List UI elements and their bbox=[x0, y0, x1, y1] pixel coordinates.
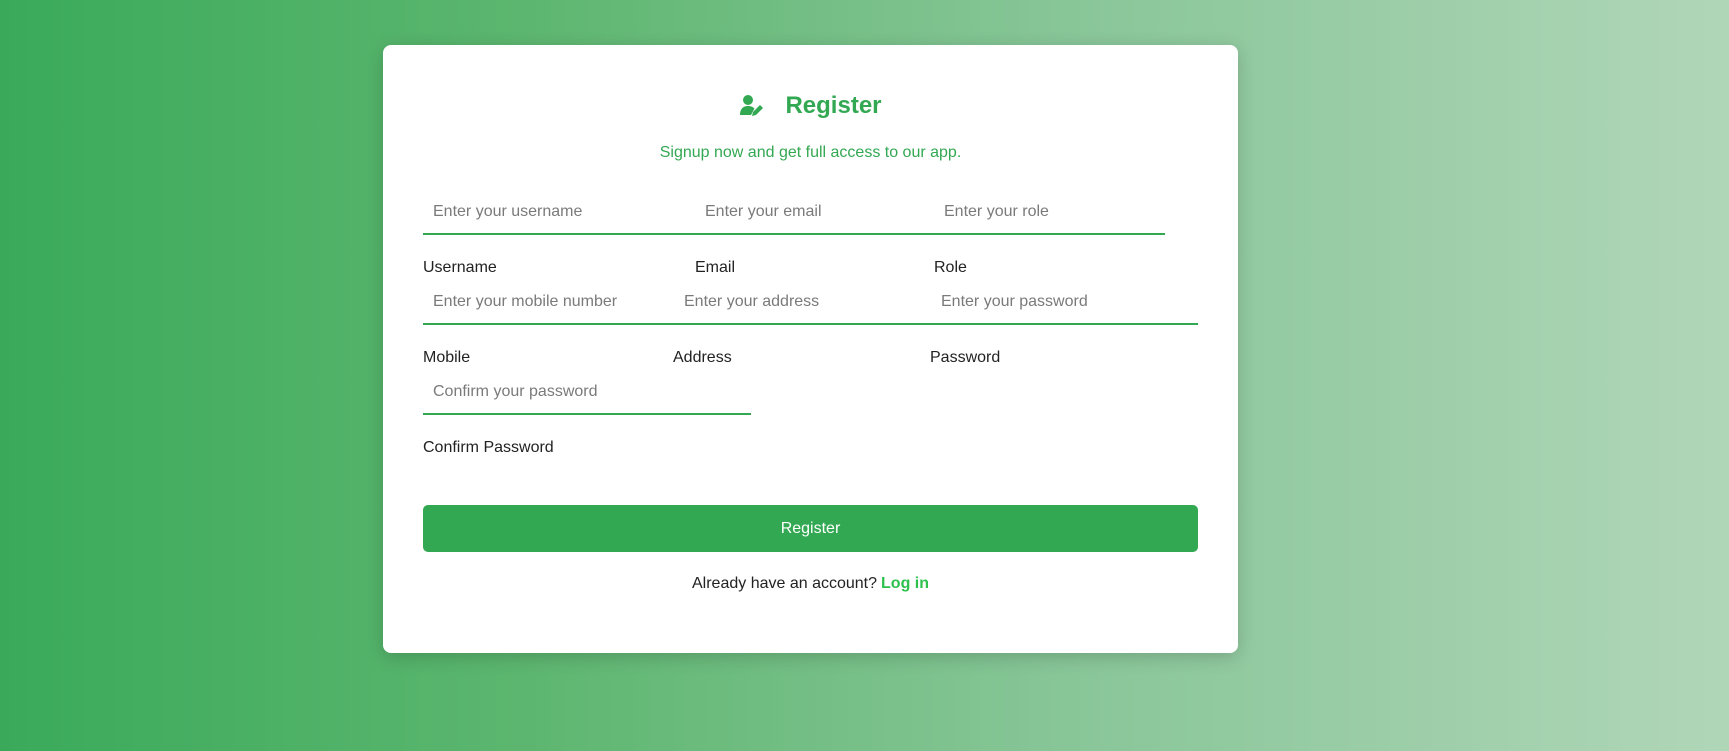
form-row-2-inputs bbox=[423, 280, 1198, 325]
email-input[interactable] bbox=[695, 190, 934, 233]
mobile-label: Mobile bbox=[423, 349, 471, 366]
form-row-1-labels: Username Email Role bbox=[423, 259, 1165, 279]
form-row-2: Mobile Address Password bbox=[423, 280, 1198, 369]
username-label: Username bbox=[423, 259, 497, 276]
username-input[interactable] bbox=[423, 190, 695, 233]
form-row-2-labels: Mobile Address Password bbox=[423, 349, 1198, 369]
register-button[interactable]: Register bbox=[423, 505, 1198, 552]
login-prompt: Already have an account? Log in bbox=[383, 575, 1238, 593]
form-row-3-inputs bbox=[423, 370, 751, 415]
page-subtitle: Signup now and get full access to our ap… bbox=[659, 144, 962, 161]
register-card: Register Signup now and get full access … bbox=[383, 45, 1238, 653]
login-link[interactable]: Log in bbox=[881, 575, 929, 592]
password-input[interactable] bbox=[931, 280, 1196, 323]
role-input[interactable] bbox=[934, 190, 1163, 233]
confirm-password-input[interactable] bbox=[423, 370, 751, 413]
address-label: Address bbox=[673, 349, 732, 366]
user-edit-icon bbox=[739, 93, 765, 119]
address-input[interactable] bbox=[674, 280, 931, 323]
card-header: Register bbox=[383, 92, 1238, 120]
page-title: Register bbox=[785, 92, 882, 119]
form-row-1: Username Email Role bbox=[423, 190, 1165, 279]
confirm-password-label: Confirm Password bbox=[423, 439, 554, 456]
role-label: Role bbox=[934, 259, 967, 276]
mobile-input[interactable] bbox=[423, 280, 674, 323]
form-row-3-labels: Confirm Password bbox=[423, 439, 751, 459]
email-label: Email bbox=[695, 259, 736, 276]
login-prompt-text: Already have an account? bbox=[692, 575, 878, 592]
form-row-3: Confirm Password bbox=[423, 370, 751, 459]
password-label: Password bbox=[930, 349, 1001, 366]
form-row-1-inputs bbox=[423, 190, 1165, 235]
